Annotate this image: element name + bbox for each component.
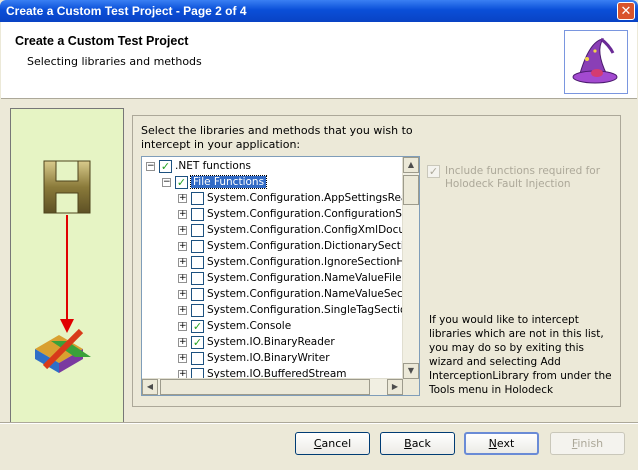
- wizard-hat-icon: [564, 30, 628, 94]
- visual-studio-logo-icon: [35, 328, 91, 373]
- tree-checkbox[interactable]: [191, 351, 204, 365]
- tree-label[interactable]: System.Configuration.NameValueFileSe: [207, 272, 415, 284]
- expand-icon[interactable]: +: [178, 193, 187, 203]
- tree-label[interactable]: .NET functions: [175, 160, 251, 172]
- scroll-corner: [403, 379, 419, 395]
- tree-label[interactable]: System.Configuration.AppSettingsRea: [207, 192, 407, 204]
- include-functions-option: ✓ Include functions required for Holodec…: [427, 165, 610, 191]
- tree-label[interactable]: System.Configuration.ConfigurationSe: [207, 208, 408, 220]
- tree-checkbox[interactable]: [191, 239, 204, 253]
- back-mnemonic: B: [404, 437, 412, 450]
- next-mnemonic: N: [488, 437, 497, 450]
- tree-label[interactable]: System.IO.BinaryWriter: [207, 352, 330, 364]
- tree-label[interactable]: System.Console: [207, 320, 291, 332]
- tree-row[interactable]: + System.IO.BinaryWriter: [178, 350, 330, 366]
- tree-row[interactable]: + System.Configuration.AppSettingsRea: [178, 190, 407, 206]
- tree-checkbox[interactable]: ✓: [191, 335, 204, 349]
- collapse-icon[interactable]: −: [162, 177, 171, 187]
- tree-row[interactable]: + System.Configuration.SingleTagSection: [178, 302, 413, 318]
- include-functions-label: Include functions required for Holodeck …: [445, 165, 601, 190]
- title-bar[interactable]: Create a Custom Test Project - Page 2 of…: [0, 0, 638, 22]
- tree-label[interactable]: System.IO.BinaryReader: [207, 336, 335, 348]
- expand-icon[interactable]: +: [178, 353, 187, 363]
- expand-icon[interactable]: +: [178, 257, 187, 267]
- expand-icon[interactable]: +: [178, 241, 187, 251]
- tree-checkbox[interactable]: [191, 191, 204, 205]
- tree-row[interactable]: + System.Configuration.NameValueSectio: [178, 286, 416, 302]
- wizard-side-panel: [10, 108, 124, 424]
- tree-checkbox[interactable]: [191, 271, 204, 285]
- tree-checkbox[interactable]: [191, 255, 204, 269]
- finish-label: inish: [577, 437, 604, 450]
- tree-label[interactable]: System.Configuration.DictionarySection: [207, 240, 417, 252]
- expand-icon[interactable]: +: [178, 289, 187, 299]
- holodeck-logo-icon: [43, 160, 91, 214]
- tree-checkbox[interactable]: ✓: [175, 175, 188, 189]
- horizontal-scrollbar[interactable]: ◀ ▶: [142, 378, 403, 395]
- cancel-label: ancel: [321, 437, 352, 450]
- include-functions-checkbox: ✓: [427, 165, 440, 178]
- info-text: If you would like to intercept libraries…: [429, 314, 612, 396]
- tree-row[interactable]: + ✓ System.IO.BinaryReader: [178, 334, 335, 350]
- tree-checkbox[interactable]: ✓: [191, 319, 204, 333]
- expand-icon[interactable]: +: [178, 209, 187, 219]
- instructions-label: Select the libraries and methods that yo…: [141, 124, 413, 151]
- tree-checkbox[interactable]: [191, 303, 204, 317]
- scroll-right-button[interactable]: ▶: [387, 379, 403, 395]
- tree-row[interactable]: + System.Configuration.ConfigXmlDocum: [178, 222, 415, 238]
- tree-label[interactable]: System.Configuration.ConfigXmlDocum: [207, 224, 415, 236]
- back-label: ack: [411, 437, 431, 450]
- tree-label[interactable]: System.Configuration.NameValueSectio: [207, 288, 416, 300]
- library-tree[interactable]: + System.IO.BufferedStream + System.IO.Bina…: [141, 156, 420, 396]
- wizard-header: Create a Custom Test Project Selecting l…: [1, 22, 637, 99]
- page-title: Create a Custom Test Project: [15, 34, 189, 48]
- expand-icon[interactable]: +: [178, 225, 187, 235]
- next-button[interactable]: Next: [464, 432, 539, 455]
- expand-icon[interactable]: +: [178, 337, 187, 347]
- tree-row[interactable]: − ✓ File Functions: [162, 174, 268, 190]
- window-title: Create a Custom Test Project - Page 2 of…: [6, 4, 247, 18]
- expand-icon[interactable]: +: [178, 305, 187, 315]
- tree-row[interactable]: + System.Configuration.NameValueFileSe: [178, 270, 415, 286]
- footer-divider: [0, 422, 638, 424]
- close-button[interactable]: ✕: [617, 2, 635, 20]
- tree-label[interactable]: System.Configuration.IgnoreSectionHa: [207, 256, 411, 268]
- tree-row[interactable]: + ✓ System.Console: [178, 318, 291, 334]
- tree-row[interactable]: + System.Configuration.ConfigurationSe: [178, 206, 408, 222]
- cancel-button[interactable]: Cancel: [295, 432, 370, 455]
- tree-checkbox[interactable]: [191, 287, 204, 301]
- scroll-thumb-horizontal[interactable]: [160, 379, 370, 395]
- finish-button[interactable]: Finish: [550, 432, 625, 455]
- scroll-up-button[interactable]: ▲: [403, 157, 419, 173]
- tree-label[interactable]: System.Configuration.SingleTagSection: [207, 304, 413, 316]
- arrow-down-icon: [60, 215, 74, 333]
- tree-checkbox[interactable]: ✓: [159, 159, 172, 173]
- scroll-left-button[interactable]: ◀: [142, 379, 158, 395]
- cancel-mnemonic: C: [313, 437, 322, 450]
- scroll-thumb-vertical[interactable]: [403, 175, 419, 205]
- tree-row[interactable]: + System.Configuration.DictionarySection: [178, 238, 417, 254]
- page-subtitle: Selecting libraries and methods: [27, 55, 202, 68]
- back-button[interactable]: Back: [380, 432, 455, 455]
- tree-row[interactable]: − ✓ .NET functions: [146, 158, 251, 174]
- collapse-icon[interactable]: −: [146, 161, 155, 171]
- expand-icon[interactable]: +: [178, 321, 187, 331]
- tree-checkbox[interactable]: [191, 223, 204, 237]
- tree-row[interactable]: + System.Configuration.IgnoreSectionHa: [178, 254, 411, 270]
- tree-label[interactable]: File Functions: [189, 175, 268, 189]
- expand-icon[interactable]: +: [178, 273, 187, 283]
- next-label: ext: [496, 437, 515, 450]
- scroll-down-button[interactable]: ▼: [403, 363, 419, 379]
- tree-checkbox[interactable]: [191, 207, 204, 221]
- vertical-scrollbar[interactable]: ▲ ▼: [402, 157, 419, 379]
